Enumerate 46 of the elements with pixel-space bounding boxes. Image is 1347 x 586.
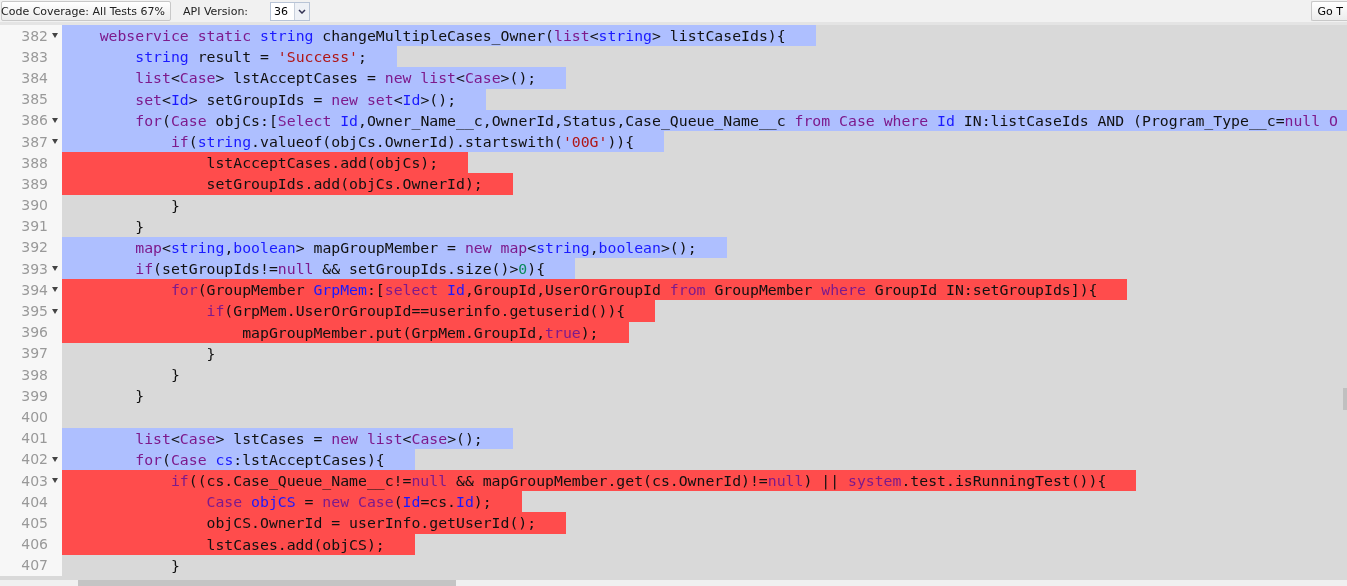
code-coverage-dropdown[interactable]: Code Coverage: All Tests 67% — [1, 1, 171, 21]
scrollbar-thumb[interactable] — [78, 580, 456, 586]
fold-triangle-icon[interactable] — [52, 33, 58, 39]
line-number: 406 — [21, 536, 48, 553]
line-number: 397 — [21, 345, 48, 362]
line-number: 382 — [21, 27, 48, 44]
fold-triangle-icon[interactable] — [52, 287, 58, 293]
fold-triangle-icon[interactable] — [52, 117, 58, 123]
api-version-label: API Version: — [183, 4, 249, 18]
line-number: 402 — [21, 451, 48, 468]
line-number: 396 — [21, 324, 48, 341]
line-number: 403 — [21, 472, 48, 489]
line-number: 399 — [21, 387, 48, 404]
code-line: } — [134, 216, 145, 237]
line-number: 383 — [21, 48, 48, 65]
line-number: 392 — [21, 239, 48, 256]
fold-triangle-icon[interactable] — [52, 478, 58, 484]
line-number: 395 — [21, 303, 48, 320]
line-number: 389 — [21, 175, 48, 192]
line-number: 400 — [21, 408, 48, 425]
line-number: 393 — [21, 260, 48, 277]
code-line: } — [134, 386, 145, 407]
line-number: 398 — [21, 366, 48, 383]
code-line: } — [169, 365, 180, 385]
fold-triangle-icon[interactable] — [52, 456, 58, 462]
fold-triangle-icon[interactable] — [52, 266, 58, 272]
line-number: 388 — [21, 154, 48, 171]
line-number: 384 — [21, 69, 48, 86]
code-line: } — [205, 343, 216, 364]
go-to-button[interactable]: Go T — [1310, 1, 1347, 21]
api-version-select[interactable]: 36 — [270, 1, 311, 21]
line-number: 401 — [21, 430, 48, 447]
line-number: 390 — [21, 197, 48, 214]
line-number: 387 — [21, 133, 48, 150]
code-line: } — [169, 195, 180, 216]
chevron-down-icon — [298, 8, 307, 14]
line-number: 394 — [21, 281, 48, 298]
line-number: 386 — [21, 112, 48, 129]
line-number: 391 — [21, 218, 48, 235]
code-line: } — [169, 555, 180, 576]
line-number: 405 — [21, 514, 48, 531]
fold-triangle-icon[interactable] — [52, 308, 58, 314]
line-number: 407 — [21, 557, 48, 574]
line-number: 404 — [21, 493, 48, 510]
fold-triangle-icon[interactable] — [52, 139, 58, 145]
line-number: 385 — [21, 91, 48, 108]
